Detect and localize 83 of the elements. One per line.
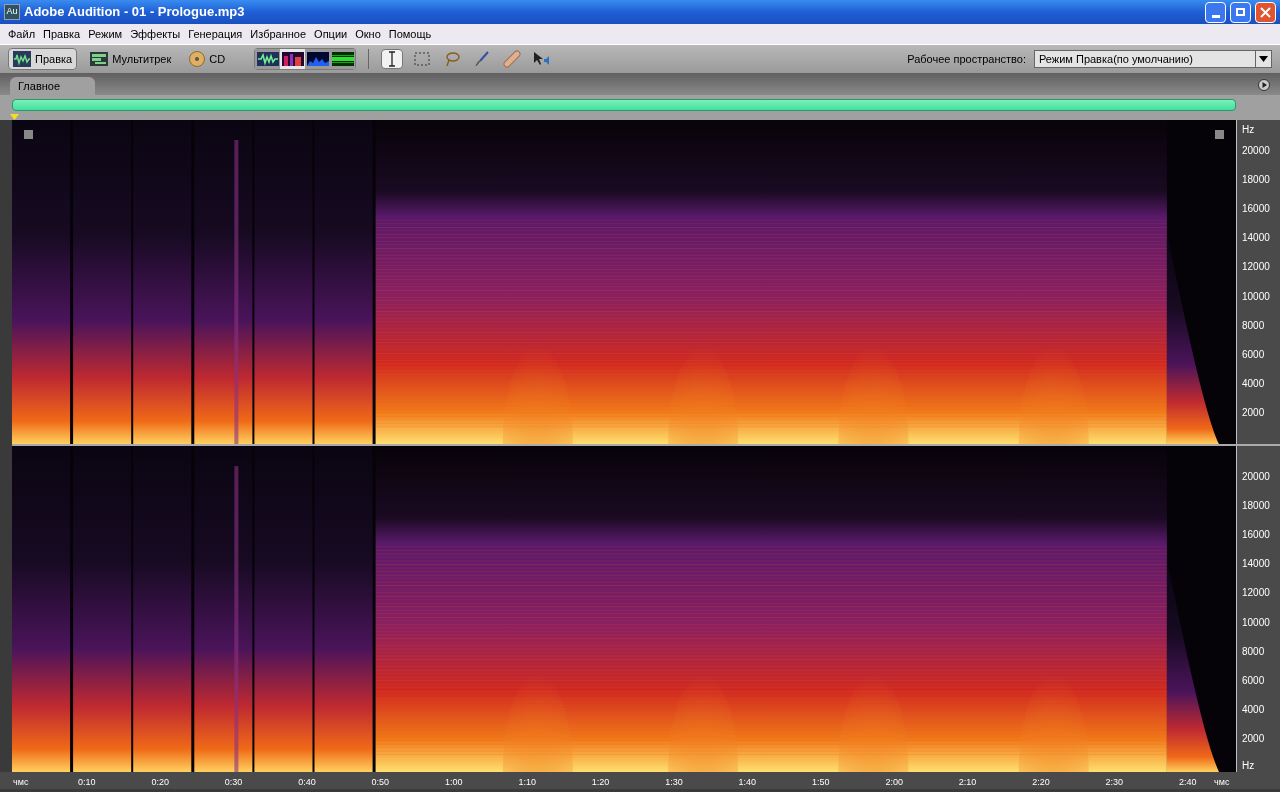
overview-bar[interactable] [12, 99, 1236, 111]
frequency-label: 10000 [1242, 291, 1270, 302]
view-button[interactable] [330, 49, 356, 69]
frequency-label: 18000 [1242, 501, 1270, 512]
marquee-icon [414, 52, 431, 66]
close-button[interactable] [1255, 1, 1276, 23]
time-label: 1:20 [591, 776, 610, 789]
frequency-label: 4000 [1242, 378, 1265, 389]
time-label: 0:20 [151, 776, 169, 789]
time-label: 2:00 [885, 776, 903, 789]
time-label: 2:30 [1105, 776, 1124, 789]
app-badge: Au [4, 4, 20, 20]
waveform-icon [256, 52, 279, 66]
time-label: чмс [1214, 776, 1230, 789]
time-label: 0:30 [224, 776, 243, 789]
frequency-label: 14000 [1242, 233, 1270, 244]
time-label: 1:40 [738, 776, 757, 789]
spectrum-icon [306, 52, 329, 66]
menu-item[interactable]: Генерация [184, 25, 247, 43]
mode-button[interactable]: Мультитрек [85, 48, 177, 70]
unit-label: Hz [1242, 123, 1255, 137]
view-button[interactable] [255, 49, 281, 69]
menu-item[interactable]: Режим [84, 25, 127, 43]
menu-item[interactable]: Опции [310, 25, 352, 43]
window-title: Adobe Audition - 01 - Prologue.mp3 [24, 3, 246, 22]
brush-icon [474, 51, 491, 67]
minimize-button[interactable] [1205, 1, 1226, 23]
resize-handle[interactable] [24, 130, 33, 139]
frequency-label: 6000 [1242, 349, 1265, 360]
time-label: 0:40 [298, 776, 316, 789]
waveform-icon [13, 51, 31, 67]
frequency-label: 2000 [1242, 733, 1265, 744]
spectrum-icon [281, 52, 304, 66]
frequency-label: 16000 [1242, 530, 1270, 541]
unit-label: Hz [1242, 759, 1255, 773]
menu-item[interactable]: Эффекты [126, 25, 185, 43]
time-label: 2:40 [1179, 776, 1197, 789]
phase-icon [331, 52, 354, 66]
frequency-label: 10000 [1242, 617, 1270, 628]
frequency-label: 16000 [1242, 204, 1270, 215]
mode-button[interactable]: Правка [8, 48, 78, 70]
close-icon [1260, 6, 1271, 18]
menu-item[interactable]: Избранное [246, 25, 311, 43]
time-label: 0:50 [371, 776, 390, 789]
time-label: 2:10 [958, 776, 977, 789]
tracks-icon [90, 52, 109, 66]
menu-item[interactable]: Помощь [384, 25, 436, 43]
time-label: 2:20 [1032, 776, 1050, 789]
disc-icon [189, 51, 206, 67]
time-label: 1:00 [445, 776, 463, 789]
view-button[interactable] [305, 49, 331, 69]
frequency-label: 8000 [1242, 646, 1265, 657]
workspace-label: Рабочее пространство: [907, 51, 1026, 67]
lasso-icon [444, 51, 461, 67]
time-label: чмс [13, 776, 29, 789]
restore-button[interactable] [1230, 1, 1251, 23]
play-icon [1258, 79, 1270, 91]
menu-item[interactable]: Файл [4, 25, 40, 43]
mode-button[interactable]: CD [184, 48, 231, 70]
time-label: 1:50 [812, 776, 830, 789]
caret-icon [1259, 56, 1268, 62]
text-cursor-icon [387, 51, 398, 67]
panel-tab[interactable]: Главное [10, 77, 95, 95]
time-label: 0:10 [78, 776, 96, 789]
time-label: 1:30 [665, 776, 683, 789]
view-button[interactable] [280, 49, 306, 69]
frequency-label: 4000 [1242, 704, 1265, 715]
time-label: 1:10 [518, 776, 536, 789]
frequency-label: 20000 [1242, 472, 1270, 482]
frequency-label: 2000 [1242, 407, 1265, 418]
menu-item[interactable]: Правка [39, 25, 85, 43]
pointer-speaker-icon [533, 51, 552, 67]
frequency-label: 12000 [1242, 262, 1270, 273]
frequency-label: 6000 [1242, 675, 1265, 686]
tool-button[interactable] [381, 49, 404, 69]
resize-handle[interactable] [1215, 130, 1224, 139]
frequency-label: 8000 [1242, 320, 1265, 331]
frequency-label: 12000 [1242, 588, 1270, 599]
workspace-dropdown[interactable]: Режим Правка(по умолчанию) [1034, 50, 1272, 68]
frequency-label: 14000 [1242, 559, 1270, 570]
frequency-label: 20000 [1242, 146, 1270, 156]
menu-item[interactable]: Окно [351, 25, 385, 43]
frequency-label: 18000 [1242, 175, 1270, 186]
